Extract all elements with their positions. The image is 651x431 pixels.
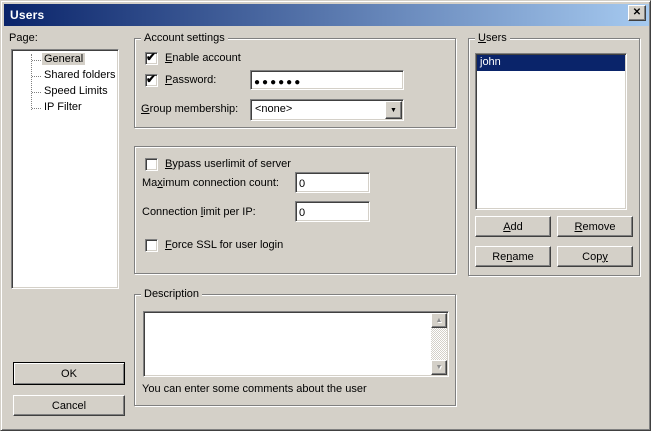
connection-limits-group: ✔ Bypass userlimit of server Maximum con…	[134, 146, 456, 274]
check-icon: ✔	[146, 72, 156, 86]
description-legend: Description	[141, 288, 202, 301]
description-hint: You can enter some comments about the us…	[142, 383, 367, 395]
tree-item-general[interactable]: General	[14, 52, 116, 68]
force-ssl-row[interactable]: ✔ Force SSL for user login	[145, 238, 283, 252]
scroll-down-button[interactable]: ▼	[431, 360, 447, 375]
remove-button[interactable]: Remove	[557, 216, 633, 237]
arrow-up-icon: ▲	[436, 317, 443, 324]
enable-account-row[interactable]: ✔ Enable account	[145, 51, 241, 65]
list-item-john[interactable]: john	[477, 55, 625, 71]
page-tree[interactable]: General Shared folders Speed Limits IP F…	[11, 49, 119, 289]
bypass-userlimit-row[interactable]: ✔ Bypass userlimit of server	[145, 157, 291, 171]
page-tree-items: General Shared folders Speed Limits IP F…	[14, 52, 116, 286]
rename-button[interactable]: Rename	[475, 246, 551, 267]
close-button[interactable]: ✕	[628, 5, 646, 21]
tree-item-speed-limits[interactable]: Speed Limits	[14, 84, 116, 100]
max-connection-count-input[interactable]	[295, 172, 370, 193]
description-group: Description ▲ ▼ You can enter some comme…	[134, 294, 456, 406]
check-icon: ✔	[146, 50, 156, 64]
users-listbox[interactable]: john	[475, 53, 627, 210]
bypass-userlimit-label: Bypass userlimit of server	[165, 158, 291, 170]
cancel-button[interactable]: Cancel	[13, 395, 125, 416]
tree-item-label: Speed Limits	[42, 85, 110, 97]
description-scrollbar[interactable]: ▲ ▼	[431, 313, 447, 375]
scroll-up-button[interactable]: ▲	[431, 313, 447, 328]
users-dialog: Users ✕ Page: General Shared folders Spe…	[0, 0, 651, 431]
copy-button[interactable]: Copy	[557, 246, 633, 267]
tree-item-shared-folders[interactable]: Shared folders	[14, 68, 116, 84]
description-textarea[interactable]: ▲ ▼	[143, 311, 449, 377]
users-group: Users john Add Remove Rename Copy	[468, 38, 640, 276]
tree-item-label: General	[42, 53, 85, 65]
password-checkbox[interactable]: ✔	[145, 74, 158, 87]
tree-item-label: IP Filter	[42, 101, 84, 113]
group-membership-value: <none>	[255, 103, 292, 115]
connection-limit-per-ip-input[interactable]	[295, 201, 370, 222]
close-icon: ✕	[633, 8, 641, 18]
dropdown-button[interactable]: ▼	[385, 101, 402, 119]
chevron-down-icon: ▼	[390, 107, 397, 114]
tree-item-ip-filter[interactable]: IP Filter	[14, 100, 116, 116]
tree-item-label: Shared folders	[42, 69, 118, 81]
connection-limit-per-ip-label: Connection limit per IP:	[142, 206, 256, 218]
enable-account-label: Enable account	[165, 52, 241, 64]
account-settings-group: Account settings ✔ Enable account ✔ Pass…	[134, 38, 456, 128]
group-membership-select[interactable]: <none> ▼	[250, 99, 404, 121]
force-ssl-label: Force SSL for user login	[165, 239, 283, 251]
add-button[interactable]: Add	[475, 216, 551, 237]
bypass-userlimit-checkbox[interactable]: ✔	[145, 158, 158, 171]
group-membership-label: Group membership:	[141, 103, 238, 115]
force-ssl-checkbox[interactable]: ✔	[145, 239, 158, 252]
title-bar[interactable]: Users	[4, 4, 649, 26]
window-title: Users	[10, 8, 44, 22]
max-connection-count-label: Maximum connection count:	[142, 177, 279, 189]
password-label: Password:	[165, 74, 216, 86]
password-input[interactable]	[250, 70, 404, 90]
ok-button[interactable]: OK	[13, 362, 125, 385]
page-label: Page:	[9, 32, 38, 44]
account-settings-legend: Account settings	[141, 32, 228, 45]
password-row[interactable]: ✔ Password:	[145, 73, 216, 87]
users-legend: Users	[475, 32, 510, 45]
arrow-down-icon: ▼	[436, 364, 443, 371]
enable-account-checkbox[interactable]: ✔	[145, 52, 158, 65]
